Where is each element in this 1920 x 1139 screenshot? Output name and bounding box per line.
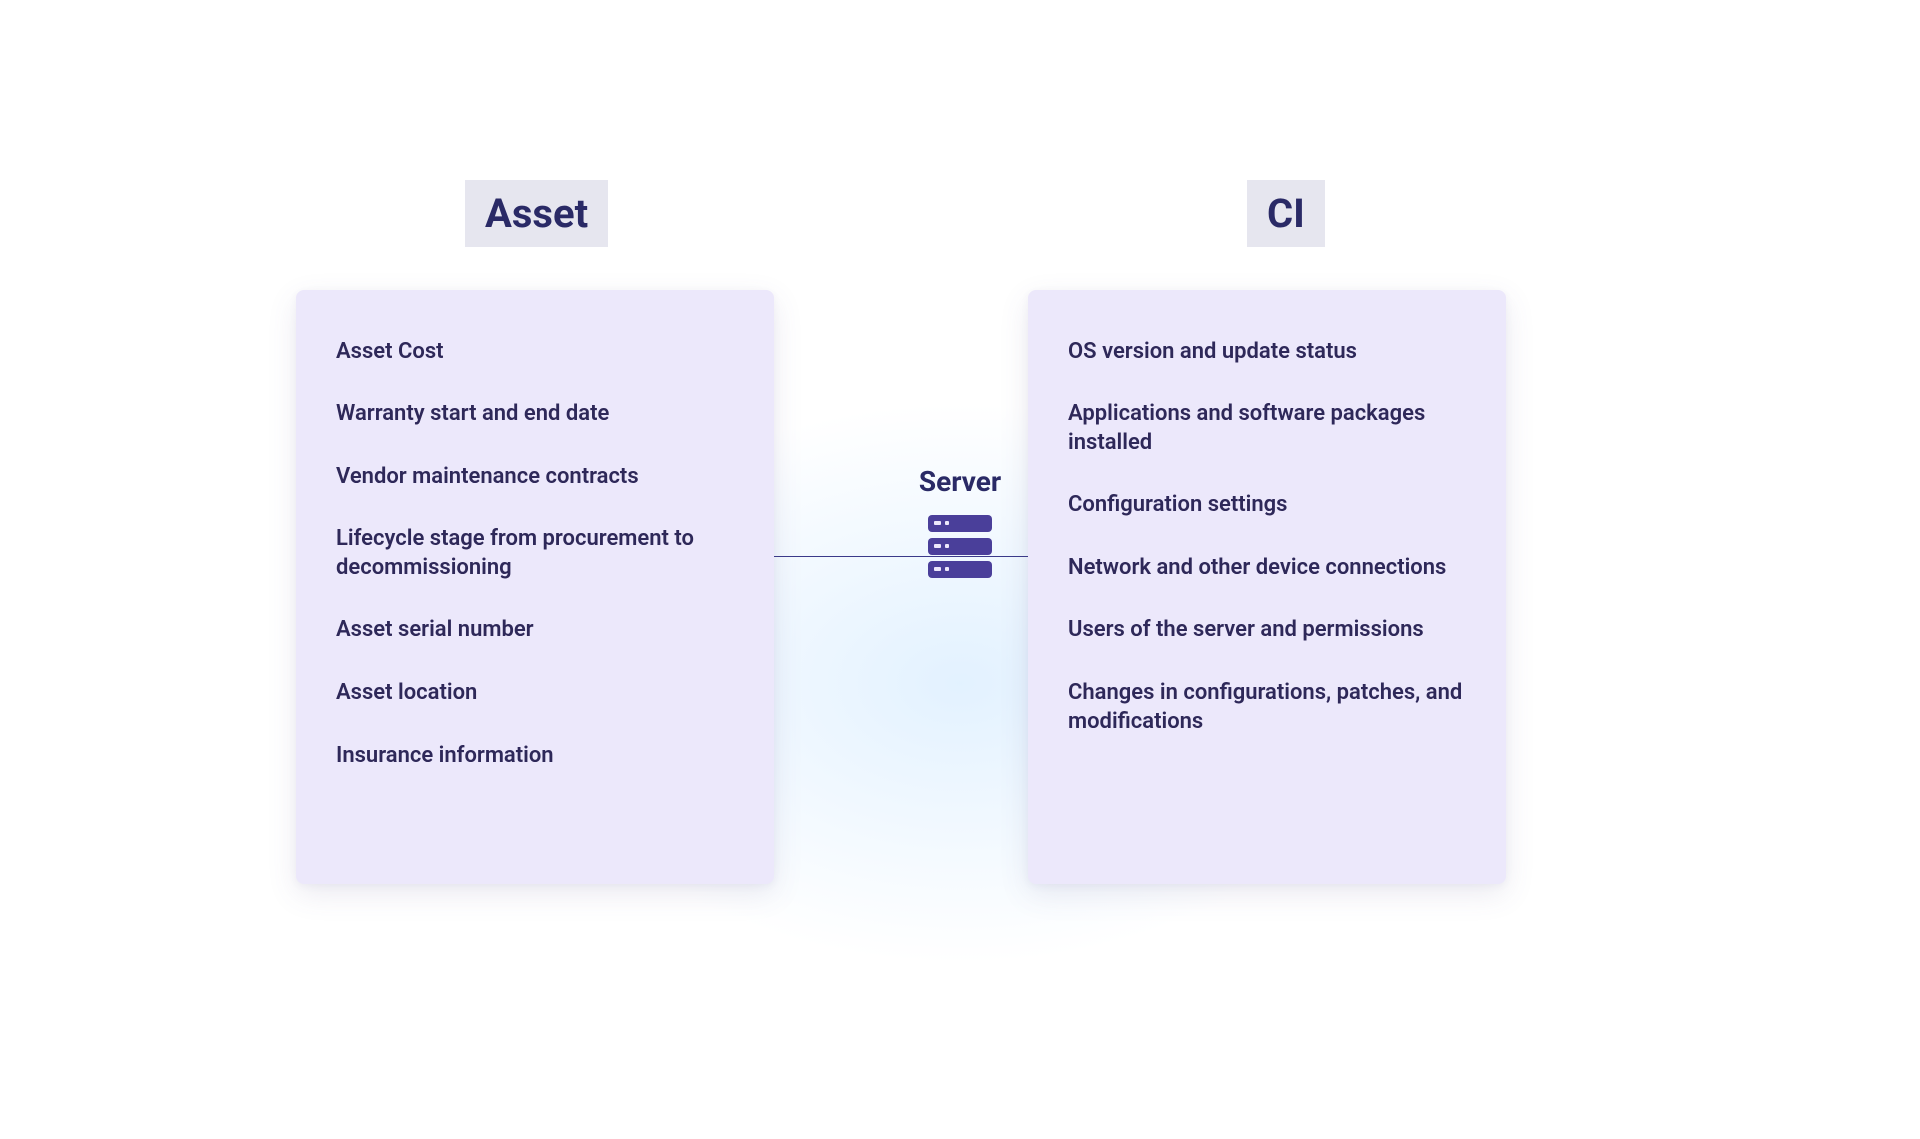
list-item: Asset location bbox=[336, 679, 734, 708]
list-item: Insurance information bbox=[336, 742, 734, 771]
server-rack-3 bbox=[928, 561, 992, 578]
list-item: Warranty start and end date bbox=[336, 400, 734, 429]
list-item: Asset Cost bbox=[336, 338, 734, 367]
asset-heading: Asset bbox=[465, 180, 608, 247]
list-item: Users of the server and permissions bbox=[1068, 616, 1466, 645]
server-icon bbox=[924, 515, 996, 587]
list-item: Configuration settings bbox=[1068, 491, 1466, 520]
list-item: Asset serial number bbox=[336, 616, 734, 645]
list-item: Changes in configurations, patches, and … bbox=[1068, 679, 1466, 736]
list-item: Vendor maintenance contracts bbox=[336, 463, 734, 492]
ci-card: OS version and update status Application… bbox=[1028, 290, 1506, 884]
server-rack-1 bbox=[928, 515, 992, 532]
server-rack-2 bbox=[928, 538, 992, 555]
list-item: Network and other device connections bbox=[1068, 554, 1466, 583]
asset-ci-diagram: Asset CI Server Asset Cost Warranty star… bbox=[200, 120, 1720, 1020]
asset-card: Asset Cost Warranty start and end date V… bbox=[296, 290, 774, 884]
list-item: Lifecycle stage from procurement to deco… bbox=[336, 525, 734, 582]
ci-heading: CI bbox=[1247, 180, 1325, 247]
server-label: Server bbox=[919, 465, 1001, 498]
list-item: Applications and software packages insta… bbox=[1068, 400, 1466, 457]
list-item: OS version and update status bbox=[1068, 338, 1466, 367]
